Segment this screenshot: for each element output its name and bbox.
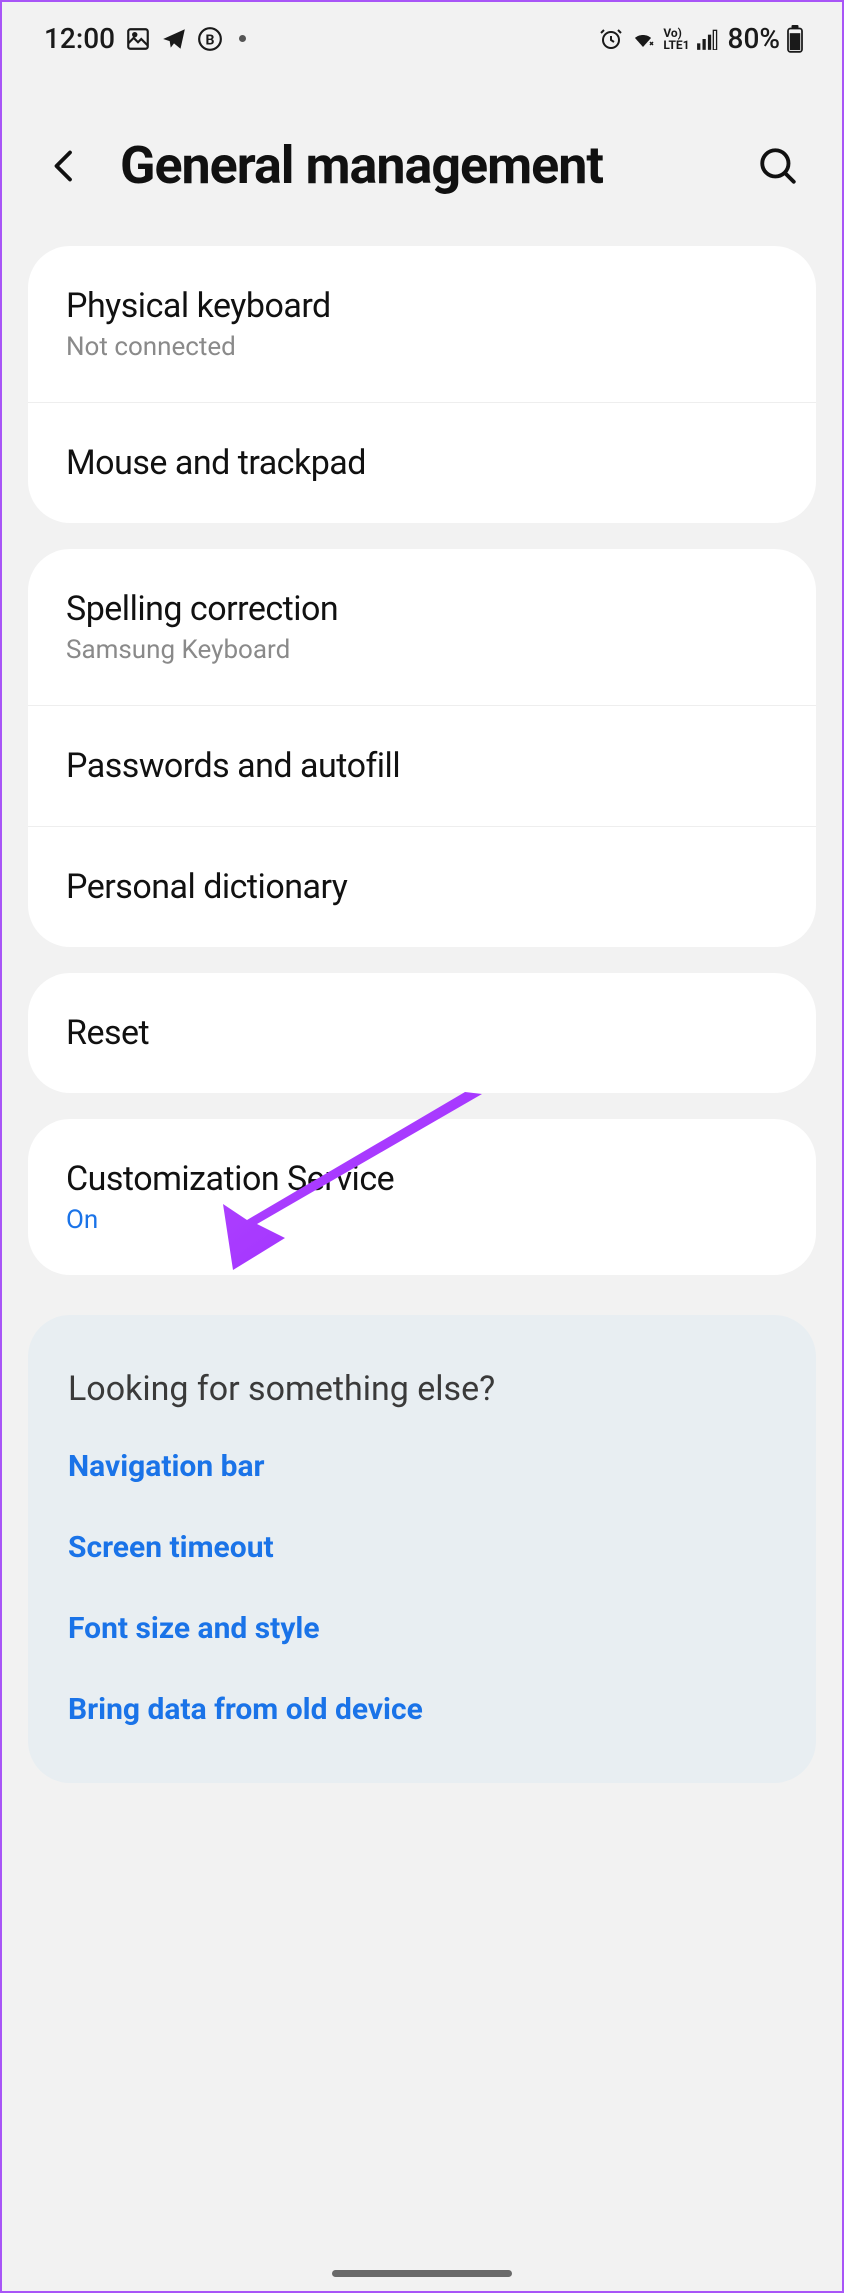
setting-passwords-autofill[interactable]: Passwords and autofill [28,706,816,827]
battery-icon [786,25,804,53]
setting-mouse-trackpad[interactable]: Mouse and trackpad [28,403,816,523]
settings-group: Customization Service On [28,1119,816,1275]
circle-b-icon: B [197,26,223,52]
search-icon [757,145,799,187]
item-title: Spelling correction [66,589,778,629]
search-button[interactable] [754,142,802,190]
item-title: Mouse and trackpad [66,443,778,483]
item-subtitle: Not connected [66,332,778,362]
settings-group: Reset [28,973,816,1093]
settings-group: Physical keyboard Not connected Mouse an… [28,246,816,523]
page-header: General management [2,75,842,246]
back-button[interactable] [42,144,86,188]
item-title: Customization Service [66,1159,778,1199]
item-title: Passwords and autofill [66,746,778,786]
more-dot-icon [239,35,246,42]
item-title: Personal dictionary [66,867,778,907]
volte-icon: Vo)LTE1 [663,27,689,51]
gallery-icon [125,26,151,52]
suggestion-screen-timeout[interactable]: Screen timeout [68,1530,776,1565]
suggestions-card: Looking for something else? Navigation b… [28,1315,816,1783]
setting-spelling-correction[interactable]: Spelling correction Samsung Keyboard [28,549,816,706]
home-indicator[interactable] [332,2270,512,2277]
setting-reset[interactable]: Reset [28,973,816,1093]
item-subtitle: Samsung Keyboard [66,635,778,665]
item-title: Reset [66,1013,778,1053]
status-bar: 12:00 B Vo)LTE1 80% [2,2,842,75]
status-left: 12:00 B [44,22,246,55]
signal-icon [696,28,722,50]
setting-personal-dictionary[interactable]: Personal dictionary [28,827,816,947]
battery-percent: 80% [728,22,780,55]
item-subtitle: On [66,1205,778,1235]
settings-content: Physical keyboard Not connected Mouse an… [2,246,842,1783]
suggestion-bring-data[interactable]: Bring data from old device [68,1692,776,1727]
chevron-left-icon [46,144,82,188]
wifi-icon [629,27,657,51]
suggestion-font-size-style[interactable]: Font size and style [68,1611,776,1646]
setting-physical-keyboard[interactable]: Physical keyboard Not connected [28,246,816,403]
item-title: Physical keyboard [66,286,778,326]
suggestion-navigation-bar[interactable]: Navigation bar [68,1449,776,1484]
svg-text:B: B [206,32,215,48]
suggestions-title: Looking for something else? [68,1369,776,1409]
status-right: Vo)LTE1 80% [599,22,804,55]
settings-group: Spelling correction Samsung Keyboard Pas… [28,549,816,947]
status-time: 12:00 [44,22,115,55]
telegram-icon [161,26,187,52]
alarm-icon [599,27,623,51]
page-title: General management [120,135,720,196]
setting-customization-service[interactable]: Customization Service On [28,1119,816,1275]
